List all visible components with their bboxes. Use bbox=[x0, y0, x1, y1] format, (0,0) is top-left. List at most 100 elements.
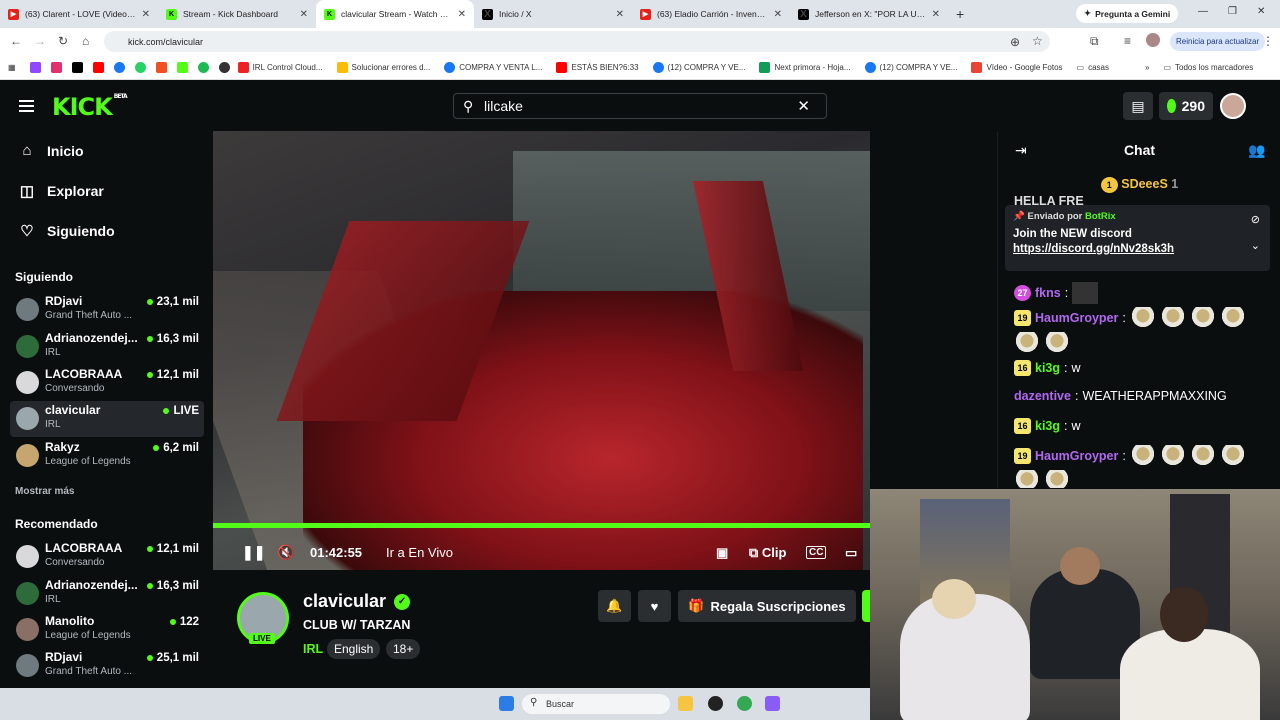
mute-icon[interactable]: 🔇 bbox=[277, 544, 294, 561]
browser-tab[interactable]: ▶ (63) Clarent - LOVE (Video Ofic ✕ bbox=[0, 0, 158, 28]
close-tab-icon[interactable]: ✕ bbox=[458, 9, 466, 20]
back-icon[interactable]: ← bbox=[10, 34, 22, 48]
user-avatar[interactable] bbox=[1220, 93, 1246, 119]
subscribe-button-edge[interactable] bbox=[862, 590, 870, 622]
browser-tab[interactable]: K Stream - Kick Dashboard ✕ bbox=[158, 0, 316, 28]
maximize-icon[interactable]: ❐ bbox=[1228, 6, 1237, 17]
kick-bookmark-icon[interactable] bbox=[176, 61, 188, 73]
close-tab-icon[interactable]: ✕ bbox=[142, 9, 150, 20]
sidebar-channel[interactable]: Manolito League of Legends 122 bbox=[10, 612, 204, 648]
apps-grid-icon[interactable]: ▦ bbox=[8, 63, 16, 72]
facebook-icon[interactable] bbox=[113, 61, 125, 73]
kick-logo[interactable]: KICK BETA bbox=[52, 93, 128, 121]
go-live-button[interactable]: Ir a En Vivo bbox=[386, 545, 453, 560]
bookmark-item[interactable]: (12) COMPRA Y VE... bbox=[864, 61, 957, 73]
points-button[interactable]: 290 bbox=[1159, 92, 1213, 120]
taskbar-search[interactable]: ⚲ Buscar bbox=[522, 694, 670, 714]
channel-name[interactable]: clavicular ✓ bbox=[303, 591, 411, 612]
pause-icon[interactable]: ❚❚ bbox=[242, 544, 265, 561]
user-list-icon[interactable]: 👥 bbox=[1248, 142, 1265, 159]
home-browser-icon[interactable]: ⌂ bbox=[82, 34, 89, 48]
menu-icon[interactable] bbox=[19, 100, 34, 112]
browser-tab-active[interactable]: Kclavicular Stream - Watch Live o ✕ bbox=[316, 0, 474, 28]
hide-pin-icon[interactable]: ⊘ bbox=[1251, 213, 1260, 226]
github-icon[interactable] bbox=[218, 61, 230, 73]
bookmark-item[interactable]: COMPRA Y VENTA L... bbox=[444, 61, 542, 73]
profile-avatar[interactable] bbox=[1146, 33, 1160, 47]
sidebar-channel[interactable]: RDjavi Grand Theft Auto ... 25,1 mil bbox=[10, 648, 204, 684]
gift-subs-button[interactable]: 🎁 Regala Suscripciones bbox=[678, 590, 856, 622]
sidebar-channel[interactable]: RDjavi Grand Theft Auto ... 23,1 mil bbox=[10, 292, 204, 328]
close-window-icon[interactable]: ✕ bbox=[1257, 6, 1265, 17]
bookmark-item[interactable]: Solucionar errores d... bbox=[336, 61, 430, 73]
update-button[interactable]: Reinicia para actualizar bbox=[1170, 32, 1266, 51]
menu-dots-icon[interactable]: ⋮ bbox=[1262, 34, 1274, 48]
close-tab-icon[interactable]: ✕ bbox=[932, 9, 940, 20]
stream-tag[interactable]: English bbox=[327, 639, 381, 659]
sidebar-nav-following[interactable]: ♡ Siguiendo bbox=[19, 222, 114, 240]
app-grid-icon[interactable] bbox=[765, 696, 780, 711]
bookmark-folder[interactable]: ▭ casas bbox=[1077, 63, 1109, 72]
browser-tab[interactable]: X Inicio / X ✕ bbox=[474, 0, 632, 28]
chrome-icon[interactable] bbox=[737, 696, 752, 711]
captions-button[interactable]: CC bbox=[806, 546, 827, 559]
forward-icon[interactable]: → bbox=[34, 34, 46, 48]
zoom-icon[interactable]: ⊕ bbox=[1010, 35, 1020, 49]
youtube-bookmark-icon[interactable] bbox=[92, 61, 104, 73]
all-bookmarks[interactable]: ▭ Todos los marcadores bbox=[1163, 63, 1253, 72]
close-tab-icon[interactable]: ✕ bbox=[300, 9, 308, 20]
bookmark-item[interactable]: IRL Control Cloud... bbox=[237, 61, 323, 73]
extensions-icon[interactable]: ⧉ bbox=[1090, 34, 1099, 49]
sidebar-channel[interactable]: Adrianozendej... IRL 16,3 mil bbox=[10, 329, 204, 365]
app-icon[interactable] bbox=[708, 696, 723, 711]
close-tab-icon[interactable]: ✕ bbox=[774, 9, 782, 20]
stream-category[interactable]: IRL bbox=[303, 642, 323, 656]
bookmark-item[interactable]: ESTÁS BIEN?6:33 bbox=[556, 61, 639, 73]
twitch-icon[interactable] bbox=[29, 61, 41, 73]
browser-tab[interactable]: ▶ (63) Eladio Carrión - Invencible ✕ bbox=[632, 0, 790, 28]
file-explorer-icon[interactable] bbox=[678, 696, 693, 711]
show-more-link[interactable]: Mostrar más bbox=[15, 486, 74, 497]
bookmark-item[interactable]: Vídeo - Google Fotos bbox=[971, 61, 1063, 73]
notifications-button[interactable]: 🔔 bbox=[598, 590, 631, 622]
sidebar-channel-active[interactable]: clavicular IRL LIVE bbox=[10, 401, 204, 437]
clip-button[interactable]: ⧉ Clip bbox=[749, 545, 786, 561]
dashboard-button[interactable]: ▤ bbox=[1123, 92, 1153, 120]
sidebar-channel[interactable]: LACOBRAAA Conversando 12,1 mil bbox=[10, 365, 204, 401]
sidebar-channel[interactable]: LACOBRAAA Conversando 12,1 mil bbox=[10, 539, 204, 575]
x-bookmark-icon[interactable] bbox=[71, 61, 83, 73]
video-player[interactable] bbox=[213, 131, 870, 570]
bookmark-star-icon[interactable]: ☆ bbox=[1032, 34, 1043, 48]
theater-mode-icon[interactable]: ▭ bbox=[845, 545, 857, 561]
instagram-icon[interactable] bbox=[50, 61, 62, 73]
pinned-message[interactable]: 📌 Enviado por BotRix Join the NEW discor… bbox=[1005, 205, 1270, 271]
reload-icon[interactable]: ↻ bbox=[58, 34, 68, 48]
bookmark-item[interactable]: Next primora - Hoja... bbox=[759, 61, 851, 73]
sidebar-channel[interactable]: Adrianozendej... IRL 16,3 mil bbox=[10, 576, 204, 612]
spotify-icon[interactable] bbox=[197, 61, 209, 73]
follow-button[interactable]: ♥ bbox=[638, 590, 671, 622]
windows-start-icon[interactable] bbox=[499, 696, 514, 711]
media-icon[interactable]: ≡ bbox=[1124, 34, 1131, 48]
whatsapp-icon[interactable] bbox=[134, 61, 146, 73]
microsoft-icon[interactable] bbox=[155, 61, 167, 73]
search-input[interactable]: ⚲ lilcake ✕ bbox=[453, 93, 827, 119]
minimize-icon[interactable]: — bbox=[1198, 6, 1208, 17]
sidebar-channel[interactable]: Rakyz League of Legends 6,2 mil bbox=[10, 438, 204, 474]
browser-tab[interactable]: XJefferson en X: "POR LA ULTIMA✕ bbox=[790, 0, 948, 28]
clear-search-icon[interactable]: ✕ bbox=[797, 97, 810, 115]
url-bar[interactable]: kick.com/clavicular bbox=[104, 31, 1050, 52]
more-bookmarks-icon[interactable]: » bbox=[1145, 63, 1149, 72]
close-tab-icon[interactable]: ✕ bbox=[616, 9, 624, 20]
top-gifter[interactable]: 1 SDeeeS 1 bbox=[998, 177, 1280, 193]
discord-link[interactable]: https://discord.gg/nNv28sk3h bbox=[1013, 243, 1262, 255]
gemini-button[interactable]: ✦ Pregunta a Gemini bbox=[1076, 4, 1179, 23]
stream-tag[interactable]: 18+ bbox=[386, 639, 421, 659]
sidebar-nav-home[interactable]: ⌂ Inicio bbox=[19, 142, 83, 159]
playback-progress-bar[interactable] bbox=[213, 523, 870, 528]
sidebar-nav-explore[interactable]: ◫ Explorar bbox=[19, 182, 104, 200]
miniplayer-icon[interactable]: ▣ bbox=[716, 545, 728, 561]
chevron-down-icon[interactable]: ⌄ bbox=[1251, 239, 1260, 252]
bookmark-item[interactable]: (12) COMPRA Y VE... bbox=[652, 61, 745, 73]
new-tab-icon[interactable]: + bbox=[956, 6, 964, 22]
